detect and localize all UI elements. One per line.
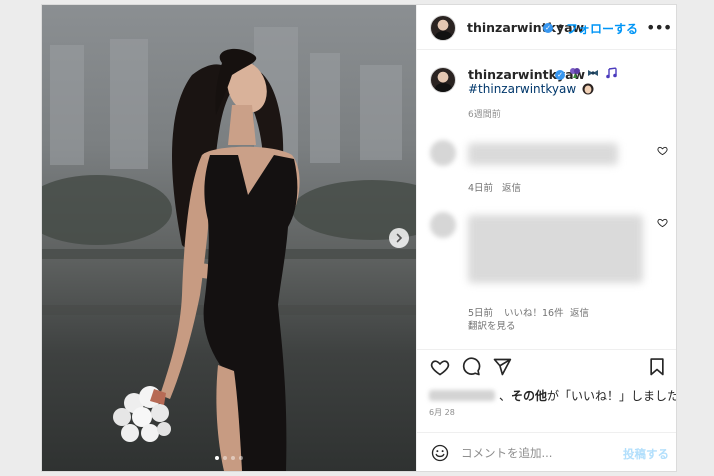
follow-button[interactable]: フォローする	[566, 20, 640, 37]
comment-avatar[interactable]	[430, 212, 456, 238]
comment-icon[interactable]	[461, 357, 481, 377]
likes-others-link[interactable]: その他	[511, 389, 547, 403]
carousel-indicator	[42, 456, 416, 460]
caption-hashtag[interactable]: #thinzarwintkyaw	[468, 82, 576, 96]
blurred-comment-text	[468, 143, 618, 165]
post-header: thinzarwintkyaw ✓ • フォローする •••	[417, 5, 676, 50]
see-translation-link[interactable]: 翻訳を見る	[468, 318, 516, 332]
comment-likes-count[interactable]: いいね！16件	[504, 305, 564, 319]
bookmark-icon[interactable]	[647, 357, 667, 377]
verified-badge-icon: ✓	[555, 70, 565, 80]
ribbon-icon	[588, 70, 598, 76]
reply-button[interactable]: 返信	[502, 180, 521, 194]
post-comment-button[interactable]: 投稿する	[623, 446, 669, 462]
caption-time: 6週間前	[468, 110, 501, 120]
white-bouquet	[113, 386, 171, 442]
bouquet-icon	[570, 68, 580, 78]
instagram-post: thinzarwintkyaw ✓ • フォローする ••• thinzarwi…	[41, 4, 677, 472]
comment-composer: 投稿する	[417, 432, 676, 471]
separator: •	[557, 20, 565, 34]
likes-summary: 、その他が「いいね！」しました	[499, 387, 677, 404]
avatar[interactable]	[430, 15, 456, 41]
comment-time: 4日前	[468, 183, 494, 194]
post-photo[interactable]	[42, 5, 416, 471]
more-options-button[interactable]: •••	[646, 18, 672, 37]
neck	[228, 105, 256, 145]
music-notes-icon	[606, 67, 617, 79]
comment-time: 5日前	[468, 308, 494, 319]
caption-username[interactable]: thinzarwintkyaw	[468, 67, 585, 82]
action-bar-divider	[417, 349, 676, 350]
comment-like-icon[interactable]	[657, 217, 668, 228]
comment-avatar[interactable]	[430, 140, 456, 166]
post-sidebar: thinzarwintkyaw ✓ • フォローする ••• thinzarwi…	[416, 5, 677, 471]
blurred-liker-name[interactable]	[429, 390, 495, 401]
comment-input[interactable]	[461, 443, 611, 463]
carousel-dot	[223, 456, 227, 460]
next-slide-button[interactable]	[389, 228, 409, 248]
blurred-comment-text	[468, 215, 643, 283]
caption-emojis	[569, 67, 617, 79]
heart-icon[interactable]	[430, 357, 450, 377]
woman-figure	[113, 48, 300, 471]
likes-suffix: が「いいね！」しました	[547, 389, 677, 403]
reply-button[interactable]: 返信	[570, 305, 589, 319]
verified-badge-icon: ✓	[543, 23, 553, 33]
chevron-right-icon	[396, 233, 403, 243]
carousel-dot	[231, 456, 235, 460]
post-date[interactable]: 6月 28	[429, 407, 455, 418]
comment-like-icon[interactable]	[657, 145, 668, 156]
caption-avatar[interactable]	[430, 67, 456, 93]
woman-face-icon	[582, 83, 594, 95]
likes-separator: 、	[499, 389, 512, 403]
share-icon[interactable]	[492, 357, 512, 377]
emoji-icon[interactable]	[431, 444, 449, 462]
carousel-dot	[215, 456, 219, 460]
carousel-dot	[239, 456, 243, 460]
